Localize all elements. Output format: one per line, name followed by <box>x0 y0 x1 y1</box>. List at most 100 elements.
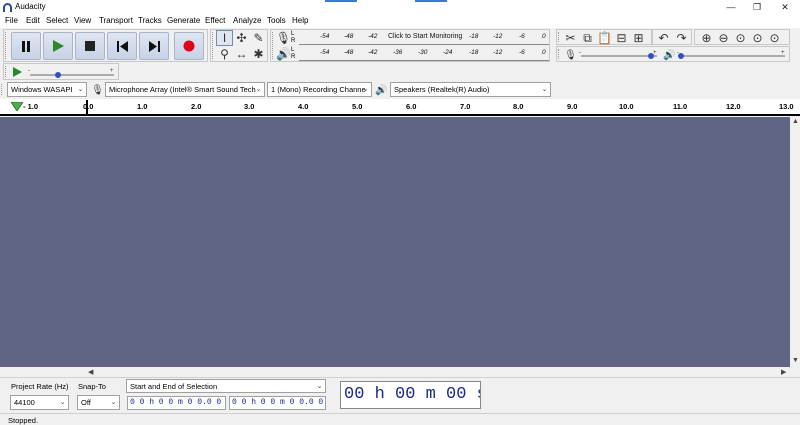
vertical-scrollbar[interactable]: ▲ ▼ <box>790 117 800 367</box>
timeline-ruler[interactable]: - 1.0 0.0 1.0 2.0 3.0 4.0 5.0 6.0 7.0 8.… <box>0 99 800 116</box>
menu-tools[interactable]: Tools <box>267 16 286 25</box>
selection-tool-icon[interactable]: I <box>216 30 233 46</box>
ruler-label: 2.0 <box>191 102 202 111</box>
edit-toolbar: ✂ ⧉ 📋 ⊟ ⊞ <box>556 29 652 45</box>
playback-device-select[interactable]: Speakers (Realtek(R) Audio) ⌄ <box>390 82 551 97</box>
toolbar-grip[interactable] <box>5 66 8 77</box>
speaker-icon: 🔊 <box>375 84 388 96</box>
svg-text:-: - <box>579 50 581 56</box>
zoom-tool-icon[interactable]: ⚲ <box>216 46 233 62</box>
toolbar-grip[interactable] <box>1 84 4 95</box>
menu-generate[interactable]: Generate <box>167 16 200 25</box>
selection-end-value: 0 0 h 0 0 m 0 0.0 0 0 s <box>232 398 325 407</box>
start-monitoring-prompt[interactable]: Click to Start Monitoring <box>388 33 462 40</box>
recording-channels-select[interactable]: 1 (Mono) Recording Channe ⌄ <box>267 82 372 97</box>
chevron-down-icon: ⌄ <box>541 86 548 93</box>
scroll-up-icon[interactable]: ▲ <box>792 118 799 125</box>
redo-icon[interactable]: ↷ <box>673 30 690 46</box>
meter-tick: 0 <box>542 49 546 56</box>
silence-audio-icon[interactable]: ⊞ <box>630 30 647 46</box>
menu-select[interactable]: Select <box>46 16 68 25</box>
recording-volume-slider[interactable]: - + <box>579 49 659 61</box>
meter-tick: -42 <box>368 49 378 56</box>
selection-mode-select[interactable]: Start and End of Selection ⌄ <box>126 379 326 393</box>
envelope-tool-icon[interactable]: ✣ <box>233 30 250 46</box>
menu-transport[interactable]: Transport <box>99 16 133 25</box>
stop-button[interactable] <box>75 32 105 60</box>
record-icon <box>183 40 195 52</box>
toolbar-grip[interactable] <box>212 32 215 59</box>
track-area[interactable] <box>0 117 790 367</box>
menu-analyze[interactable]: Analyze <box>233 16 261 25</box>
playback-volume-slider[interactable]: - + <box>677 49 787 61</box>
fit-selection-icon[interactable]: ⊙ <box>732 30 749 46</box>
recording-device-select[interactable]: Microphone Array (Intel® Smart Sound Tec… <box>105 82 265 97</box>
time-shift-tool-icon[interactable]: ↔ <box>233 46 250 62</box>
ruler-label: - 1.0 <box>23 102 39 111</box>
selection-start-time[interactable]: 0 0 h 0 0 m 0 0.0 0 0 s <box>127 396 226 410</box>
horizontal-scrollbar[interactable]: ◀ ▶ <box>0 367 800 377</box>
restore-button[interactable]: ❐ <box>744 1 770 14</box>
minimize-button[interactable]: — <box>718 1 744 14</box>
close-button[interactable]: ✕ <box>772 1 798 14</box>
play-at-speed-button[interactable] <box>9 64 26 80</box>
audio-host-value: Windows WASAPI <box>11 85 73 94</box>
scroll-left-icon[interactable]: ◀ <box>88 368 93 376</box>
ruler-label: 8.0 <box>513 102 524 111</box>
play-button[interactable] <box>43 32 73 60</box>
meter-tick: -48 <box>344 49 354 56</box>
menu-view[interactable]: View <box>74 16 91 25</box>
skip-to-start-button[interactable] <box>107 32 137 60</box>
audacity-logo-icon <box>3 3 12 12</box>
stop-icon <box>85 41 95 51</box>
paste-icon[interactable]: 📋 <box>596 30 613 46</box>
playback-meter[interactable]: L R -54 -48 -42 -36 -30 -24 -18 -12 -6 0 <box>291 46 549 62</box>
multi-tool-icon[interactable]: ✱ <box>250 46 267 62</box>
snap-to-select[interactable]: Off ⌄ <box>77 395 120 410</box>
pause-button[interactable] <box>11 32 41 60</box>
menu-edit[interactable]: Edit <box>26 16 40 25</box>
draw-tool-icon[interactable]: ✎ <box>250 30 267 46</box>
speaker-icon[interactable]: 🔊 <box>275 46 292 62</box>
chevron-down-icon: ⌄ <box>362 86 369 93</box>
play-head-marker-icon[interactable] <box>11 102 23 111</box>
status-text: Stopped. <box>8 416 39 425</box>
menu-tracks[interactable]: Tracks <box>138 16 162 25</box>
ruler-label: 0.0 <box>83 102 94 111</box>
copy-icon[interactable]: ⧉ <box>579 30 596 46</box>
toolbar-grip[interactable] <box>558 49 561 59</box>
toolbar-grip[interactable] <box>5 32 8 59</box>
selection-start-value: 0 0 h 0 0 m 0 0.0 0 0 s <box>130 398 225 407</box>
zoom-out-icon[interactable]: ⊖ <box>715 30 732 46</box>
menu-effect[interactable]: Effect <box>205 16 225 25</box>
menu-file[interactable]: File <box>5 16 18 25</box>
play-at-speed-toolbar: - + <box>3 63 119 80</box>
audio-position-value: 00 h 00 m 00 s <box>344 385 481 404</box>
meter-tick: -12 <box>493 33 503 40</box>
microphone-icon: 🎙 <box>91 84 104 96</box>
title-accent <box>415 0 447 2</box>
toolbar-area: I ✣ ✎ ⚲ ↔ ✱ 🎙 🔊 L R -54 -48 -42 Click to… <box>0 28 800 81</box>
selection-end-time[interactable]: 0 0 h 0 0 m 0 0.0 0 0 s <box>229 396 326 410</box>
scroll-right-icon[interactable]: ▶ <box>781 368 786 376</box>
menu-help[interactable]: Help <box>292 16 308 25</box>
undo-icon[interactable]: ↶ <box>655 30 672 46</box>
meter-tick: -6 <box>519 49 525 56</box>
playback-speed-slider[interactable]: - + <box>28 67 116 79</box>
record-button[interactable] <box>174 32 204 60</box>
toolbar-grip[interactable] <box>558 32 561 42</box>
trim-audio-icon[interactable]: ⊟ <box>613 30 630 46</box>
fit-project-icon[interactable]: ⊙ <box>749 30 766 46</box>
project-rate-select[interactable]: 44100 ⌄ <box>10 395 69 410</box>
scroll-down-icon[interactable]: ▼ <box>792 357 799 364</box>
audio-position-display[interactable]: 00 h 00 m 00 s <box>340 381 481 409</box>
microphone-icon[interactable]: 🎙 <box>275 30 292 46</box>
recording-volume-icon: 🎙 <box>564 49 577 61</box>
cut-icon[interactable]: ✂ <box>562 30 579 46</box>
zoom-toggle-icon[interactable]: ⊙ <box>766 30 783 46</box>
skip-to-end-button[interactable] <box>139 32 169 60</box>
ruler-label: 5.0 <box>352 102 363 111</box>
record-meter[interactable]: L R -54 -48 -42 Click to Start Monitorin… <box>291 30 549 46</box>
audio-host-select[interactable]: Windows WASAPI ⌄ <box>7 82 87 97</box>
zoom-in-icon[interactable]: ⊕ <box>698 30 715 46</box>
